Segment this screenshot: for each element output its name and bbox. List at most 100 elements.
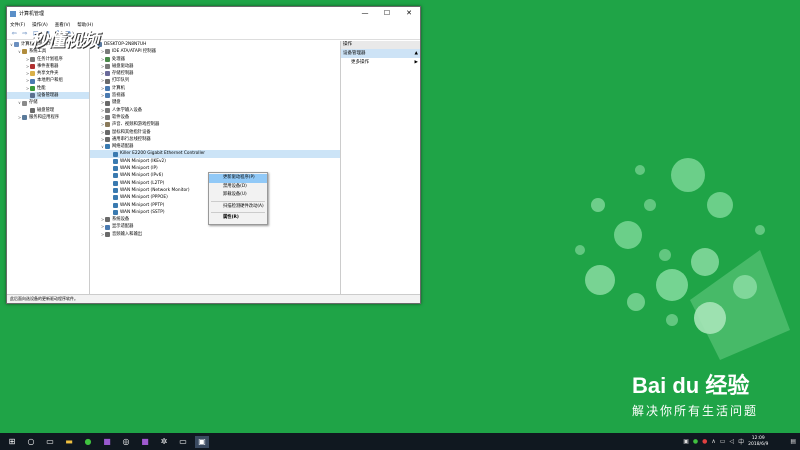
tree-row[interactable]: 设备管理器 [7,92,89,100]
tree-row[interactable]: > 服务和应用程序 [7,114,89,121]
tree-row[interactable]: 磁盘管理 [7,107,89,114]
tree-row[interactable]: > 共享文件夹 [7,70,89,77]
computer-management-taskbar-icon[interactable]: ▣ [195,435,209,448]
device-row[interactable]: ∨ DESKTOP-2N8N7UH [90,41,340,48]
menu-update-driver[interactable]: 更新驱动程序(P) [209,174,267,183]
device-node-icon [113,180,118,186]
menu-scan-hardware[interactable]: 扫描检测硬件改动(A) [209,203,267,212]
video-watermark: 秒懂视频 [30,30,99,51]
media-player-icon[interactable]: ◎ [119,436,133,448]
tree-row[interactable]: > 任务计划程序 [7,56,89,63]
tray-volume-icon[interactable]: ◁ [729,438,734,445]
device-row[interactable]: WAN Miniport (IKEv2) [90,158,340,165]
settings-gear-icon[interactable]: ✲ [157,436,171,448]
tree-node-icon [30,93,35,99]
console-tree: ∨ 计算机管理(本地) ∨ 系统工具 > 任务计划程序 > 事件查看器 > 共享文件夹 > 本地用户和… [7,41,90,295]
device-row[interactable]: > 监视器 [90,92,340,99]
device-label: WAN Miniport (Network Monitor) [120,187,190,193]
menu-properties[interactable]: 属性(R) [209,214,267,223]
start-windows-icon[interactable]: ⊞ [5,436,19,448]
device-row[interactable]: > 计算机 [90,85,340,92]
device-node-icon [105,107,110,113]
actions-header: 操作 [341,41,420,49]
premiere-icon[interactable]: ■ [100,436,114,448]
panes: ∨ 计算机管理(本地) ∨ 系统工具 > 任务计划程序 > 事件查看器 > 共享文件夹 > 本地用户和… [7,41,420,295]
device-row[interactable]: > 键盘 [90,99,340,106]
device-row[interactable]: > 通用串行总线控制器 [90,136,340,143]
device-label: WAN Miniport (IKEv2) [120,158,166,164]
app-window-icon[interactable]: ▭ [176,436,190,448]
device-label: WAN Miniport (SSTP) [120,209,165,215]
device-node-icon [113,166,118,172]
device-row[interactable]: Killer E2200 Gigabit Ethernet Controller [90,150,340,158]
back-arrow-icon[interactable]: ⇦ [10,30,18,38]
device-label: 软件设备 [112,114,130,120]
device-row[interactable]: > 软件设备 [90,114,340,121]
minimize-button[interactable]: — [354,7,376,20]
device-row[interactable]: > 打印队列 [90,77,340,84]
title-bar[interactable]: 计算机管理 — ☐ ✕ [7,7,420,20]
device-row[interactable]: > 鼠标和其他指针设备 [90,129,340,136]
device-label: WAN Miniport (PPPOE) [120,195,168,201]
device-row[interactable]: > 人体学输入设备 [90,107,340,114]
tree-label: 事件查看器 [37,63,59,69]
device-node-icon [105,144,110,150]
forward-arrow-icon[interactable]: ⇨ [21,30,29,38]
tray-network-icon[interactable]: ▭ [720,438,726,445]
device-row[interactable]: ∨ 网络适配器 [90,143,340,150]
tree-label: 性能 [37,85,46,91]
tree-node-icon [22,49,27,55]
tree-node-icon [30,85,35,91]
tree-row[interactable]: > 事件查看器 [7,63,89,70]
device-node-icon [105,78,110,84]
baidu-jingyan-logo: Bai du 经验 解决你所有生活问题 [632,368,758,419]
tree-node-icon [30,56,35,62]
clock[interactable]: 12:09 2018/6/9 [748,436,768,447]
maximize-button[interactable]: ☐ [376,7,398,20]
device-row[interactable]: > 声音、视频和游戏控制器 [90,121,340,128]
tray-ime-icon[interactable]: 中 [738,437,744,446]
tray-security-icon[interactable]: ● [702,438,707,445]
menu-uninstall-device[interactable]: 卸载设备(U) [209,191,267,200]
device-label: IDE ATA/ATAPI 控制器 [112,49,156,55]
device-label: WAN Miniport (IP) [120,166,158,172]
menu-file[interactable]: 文件(F) [10,22,25,28]
tree-label: 存储 [29,100,38,106]
actions-device-manager[interactable]: 设备管理器 ▲ [341,49,420,58]
window-controls: — ☐ ✕ [354,7,420,20]
device-node-icon [105,122,110,128]
photoshop-icon[interactable]: ■ [138,436,152,448]
device-node-icon [105,115,110,121]
close-button[interactable]: ✕ [398,7,420,20]
baidu-slogan: 解决你所有生活问题 [632,404,759,418]
task-view-icon[interactable]: ▭ [43,436,57,448]
device-label: 系统设备 [112,217,130,223]
tree-row[interactable]: ∨ 存储 [7,99,89,106]
tree-row[interactable]: > 性能 [7,85,89,92]
wechat-icon[interactable]: ● [81,436,95,448]
actions-more[interactable]: 更多操作 ▶ [341,58,420,67]
device-row[interactable]: > 音频输入和输出 [90,231,340,238]
tree-row[interactable]: > 本地用户和组 [7,77,89,84]
device-label: 计算机 [112,85,125,91]
file-explorer-icon[interactable]: ▬ [62,436,76,448]
notification-center-icon[interactable]: ▤ [790,438,796,445]
device-row[interactable]: > 磁盘驱动器 [90,63,340,70]
device-label: 网络适配器 [112,144,134,150]
system-tray: ▣ ● ● ∧ ▭ ◁ 中 12:09 2018/6/9 ▤ [683,436,800,447]
device-label: 人体学输入设备 [112,107,143,113]
tree-node-icon [30,78,35,84]
taskbar: ⊞ ○ ▭ ▬ ● ■ ◎ ■ ✲ ▭ ▣ ▣ ● ● ∧ ▭ ◁ 中 12:0… [0,433,800,450]
collapse-arrow-icon[interactable]: ▲ [415,49,418,58]
tray-chevron-up-icon[interactable]: ∧ [711,438,715,445]
tree-node-icon [14,42,19,48]
device-list: ∨ DESKTOP-2N8N7UH > IDE ATA/ATAPI 控制器 > 处理器 > 磁… [90,41,341,295]
menu-disable-device[interactable]: 禁用设备(D) [209,183,267,192]
device-row[interactable]: > 存储控制器 [90,70,340,77]
tray-shield-icon[interactable]: ● [693,438,698,445]
device-node-icon [113,173,118,179]
search-icon[interactable]: ○ [24,436,38,448]
device-row[interactable]: > 处理器 [90,56,340,63]
device-row[interactable]: > IDE ATA/ATAPI 控制器 [90,48,340,55]
tray-app-icon[interactable]: ▣ [683,438,689,445]
